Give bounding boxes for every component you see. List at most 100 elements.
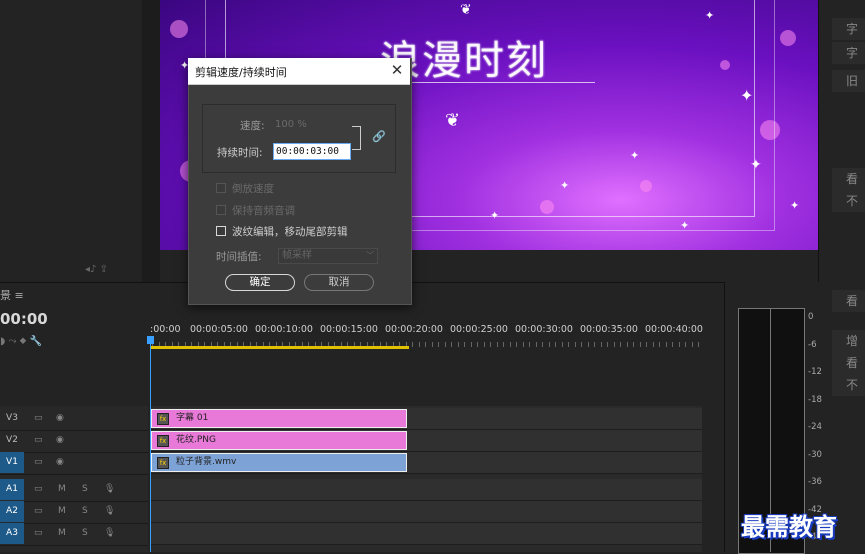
- track-label[interactable]: A2: [0, 501, 24, 522]
- track-header-v3: V3 ▭ ◉: [0, 408, 148, 431]
- sync-lock-icon[interactable]: ▭: [34, 523, 43, 544]
- eye-icon[interactable]: ◉: [56, 452, 64, 473]
- ripple-edit-checkbox[interactable]: [216, 226, 226, 236]
- ruler-tick: [431, 342, 433, 347]
- right-panel-tab[interactable]: 看: [832, 168, 865, 190]
- clip-name: 粒子背景.wmv: [176, 457, 237, 467]
- sync-lock-icon[interactable]: ▭: [34, 408, 43, 429]
- right-panel-tab[interactable]: 看: [832, 290, 865, 312]
- solo-icon[interactable]: S: [82, 501, 88, 522]
- ruler-tick: [646, 342, 647, 347]
- mic-icon[interactable]: 🎙: [104, 523, 115, 544]
- clip-title[interactable]: fx 字幕 01: [151, 409, 407, 428]
- cancel-button[interactable]: 取消: [304, 274, 374, 291]
- ruler-tick: [665, 342, 667, 347]
- ruler-tick: [548, 342, 550, 347]
- ruler-tick: [626, 342, 628, 347]
- clip-png[interactable]: fx 花纹.PNG: [151, 431, 407, 450]
- track-label[interactable]: A1: [0, 479, 24, 500]
- ruler-tick: [509, 342, 511, 347]
- sync-lock-icon[interactable]: ▭: [34, 452, 43, 473]
- ruler-tick: [451, 342, 452, 347]
- track-header-v2: V2 ▭ ◉: [0, 430, 148, 453]
- watermark-logo: 最需教育: [741, 512, 837, 541]
- db-label: -36: [808, 477, 822, 487]
- ruler-tick: [633, 342, 634, 347]
- ruler-tick: [464, 342, 465, 347]
- ruler-tick: [672, 342, 673, 347]
- work-area-bar[interactable]: [150, 346, 409, 349]
- right-panel-tab[interactable]: 旧: [832, 70, 865, 92]
- right-panel-tab[interactable]: 看: [832, 352, 865, 374]
- timeline-timecode[interactable]: 00:00: [0, 310, 48, 328]
- ruler-tick: [691, 342, 693, 347]
- duration-label: 持续时间:: [217, 147, 263, 159]
- mic-icon[interactable]: 🎙: [104, 501, 115, 522]
- ruler-tick: [529, 342, 530, 347]
- speed-label: 速度:: [240, 120, 265, 132]
- ruler-tick: [496, 342, 498, 347]
- ripple-edit-label: 波纹编辑，移动尾部剪辑: [232, 226, 348, 238]
- eye-icon[interactable]: ◉: [56, 430, 64, 451]
- sync-lock-icon[interactable]: ▭: [34, 501, 43, 522]
- track-lane-a3[interactable]: [150, 523, 702, 545]
- duration-input[interactable]: 00:00:03:00: [273, 143, 351, 160]
- ruler-label: 00:00:30:00: [515, 324, 573, 335]
- ruler-label: 00:00:20:00: [385, 324, 443, 335]
- mute-icon[interactable]: M: [58, 523, 66, 544]
- sequence-tab[interactable]: 景 ≡: [0, 287, 24, 303]
- interp-label: 时间插值:: [216, 251, 262, 263]
- panel-divider: [142, 0, 160, 282]
- close-icon[interactable]: ✕: [388, 60, 406, 80]
- clip-name: 字幕 01: [176, 413, 209, 423]
- keep-pitch-checkbox[interactable]: [216, 205, 226, 215]
- monitor-export-icons[interactable]: ◂♪ ⇪: [85, 264, 108, 275]
- solo-icon[interactable]: S: [82, 479, 88, 500]
- speed-field[interactable]: 100 %: [275, 119, 307, 130]
- sync-lock-icon[interactable]: ▭: [34, 479, 43, 500]
- track-label[interactable]: V1: [0, 452, 24, 473]
- interp-select[interactable]: 帧采样: [278, 248, 378, 264]
- mute-icon[interactable]: M: [58, 501, 66, 522]
- timeline-tool-icons[interactable]: ◗ ⤳ ⬥ 🔧: [0, 336, 42, 347]
- clip-video[interactable]: fx 粒子背景.wmv: [151, 453, 407, 472]
- mic-icon[interactable]: 🎙: [104, 479, 115, 500]
- ruler-tick: [652, 342, 654, 347]
- track-label[interactable]: V2: [0, 430, 24, 451]
- track-label[interactable]: A3: [0, 523, 24, 544]
- track-lane-a1[interactable]: [150, 479, 702, 501]
- solo-icon[interactable]: S: [82, 523, 88, 544]
- ruler-tick: [444, 342, 446, 347]
- db-label: -24: [808, 422, 822, 432]
- ruler-tick: [503, 342, 504, 347]
- playhead-line[interactable]: [150, 336, 151, 552]
- dialog-title: 剪辑速度/持续时间: [195, 66, 287, 79]
- ruler-tick: [438, 342, 439, 347]
- right-panel-tab[interactable]: 增: [832, 330, 865, 352]
- speed-duration-dialog: [188, 58, 412, 305]
- ruler-tick: [600, 342, 602, 347]
- link-icon[interactable]: 🔗: [372, 130, 386, 143]
- mute-icon[interactable]: M: [58, 479, 66, 500]
- source-panel: [0, 0, 142, 282]
- ruler-tick: [418, 342, 420, 347]
- track-lane-a2[interactable]: [150, 501, 702, 523]
- ruler-label: 00:00:10:00: [255, 324, 313, 335]
- eye-icon[interactable]: ◉: [56, 408, 64, 429]
- right-panel-tab[interactable]: 不: [832, 374, 865, 396]
- ruler-tick: [685, 342, 686, 347]
- ruler-tick: [568, 342, 569, 347]
- track-header-a1: A1 ▭ M S 🎙: [0, 479, 148, 502]
- right-panel-tab[interactable]: 字: [832, 18, 865, 40]
- reverse-checkbox[interactable]: [216, 183, 226, 193]
- track-label[interactable]: V3: [0, 408, 24, 429]
- reverse-label: 倒放速度: [232, 183, 274, 195]
- right-panel-tab[interactable]: 字: [832, 42, 865, 64]
- ok-button[interactable]: 确定: [225, 274, 295, 291]
- ruler-tick: [581, 342, 582, 347]
- link-bracket: [352, 126, 361, 150]
- ruler-tick: [594, 342, 595, 347]
- right-panel-tab[interactable]: 不: [832, 190, 865, 212]
- sync-lock-icon[interactable]: ▭: [34, 430, 43, 451]
- speed-duration-group: [202, 104, 396, 173]
